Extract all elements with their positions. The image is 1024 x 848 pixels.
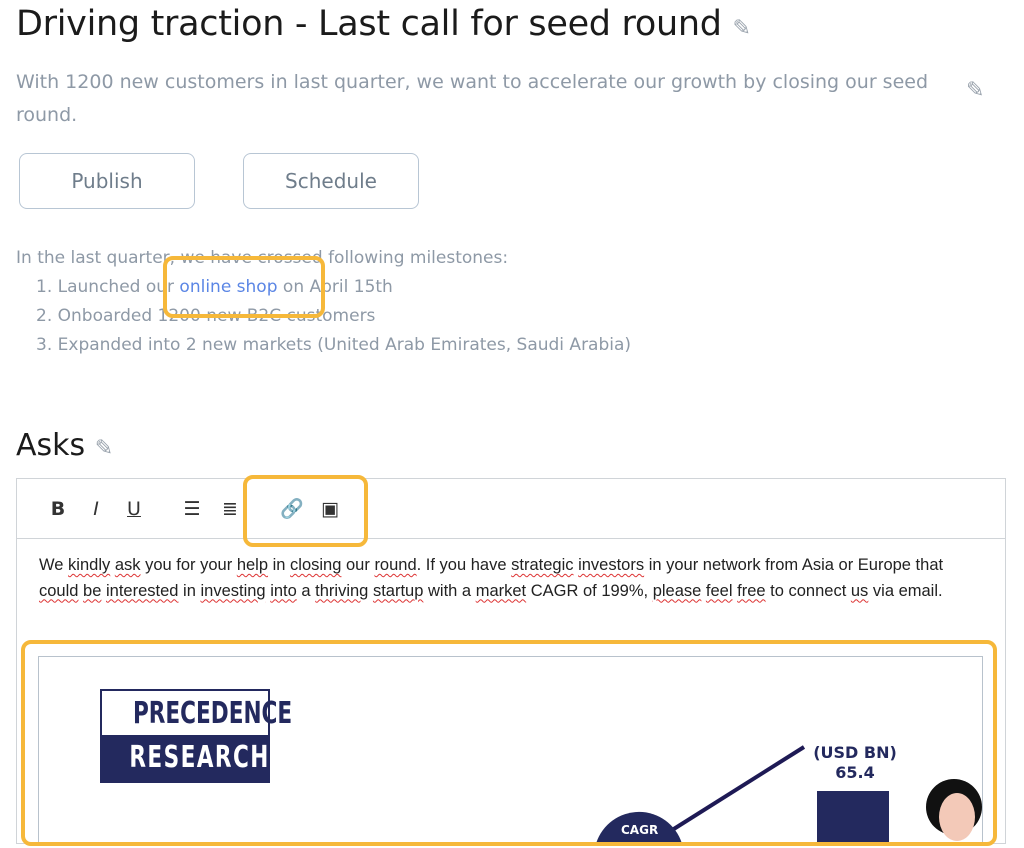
misspelled-word: thriving xyxy=(315,581,369,600)
misspelled-word: interested xyxy=(106,581,179,600)
misspelled-word: round xyxy=(374,556,417,574)
toolbar-highlight xyxy=(243,475,368,547)
editor-toolbar: B I U ☰ ≣ 🔗 ▣ xyxy=(17,479,1005,539)
misspelled-word: feel xyxy=(705,581,733,600)
edit-asks-pencil-icon[interactable]: ✎ xyxy=(95,436,113,461)
text-segment: We xyxy=(39,556,69,574)
list-item: 3. Expanded into 2 new markets (United A… xyxy=(36,335,632,355)
misspelled-word: closing xyxy=(290,556,342,574)
page-subtitle: With 1200 new customers in last quarter,… xyxy=(16,71,929,126)
misspelled-word: investors xyxy=(578,556,645,574)
misspelled-word: kindly xyxy=(68,556,111,574)
misspelled-word: be xyxy=(83,581,102,600)
edit-subtitle-pencil-icon[interactable]: ✎ xyxy=(966,78,984,103)
misspelled-word: strategic xyxy=(511,556,574,574)
text-segment: . If you have xyxy=(416,556,512,574)
text-segment: with a xyxy=(423,581,476,600)
text-segment: in xyxy=(268,556,291,574)
misspelled-word: startup xyxy=(372,581,424,600)
bold-icon[interactable]: B xyxy=(39,498,77,520)
publish-button[interactable]: Publish xyxy=(19,153,195,209)
edit-title-pencil-icon[interactable]: ✎ xyxy=(733,16,751,41)
misspelled-word: market xyxy=(475,581,527,600)
misspelled-word: investing xyxy=(200,581,266,600)
text-segment: in your network from Asia or Europe that xyxy=(644,556,944,574)
misspelled-word: please xyxy=(652,581,702,600)
misspelled-word: ask xyxy=(114,556,141,574)
text-segment: our xyxy=(341,556,375,574)
schedule-button[interactable]: Schedule xyxy=(243,153,419,209)
page-title: Driving traction - Last call for seed ro… xyxy=(16,4,751,44)
underline-icon[interactable]: U xyxy=(115,498,153,520)
text-segment: a xyxy=(296,581,316,600)
text-segment: you for your xyxy=(140,556,237,574)
text-segment: via email. xyxy=(868,581,943,600)
link-highlight xyxy=(163,256,325,318)
misspelled-word: into xyxy=(270,581,297,600)
editor-body[interactable]: We kindly ask you for your help in closi… xyxy=(17,539,1005,618)
misspelled-word: free xyxy=(737,581,766,600)
list-item: 2. Onboarded 1200 new B2C customers xyxy=(36,306,376,326)
bullet-list-icon[interactable]: ☰ xyxy=(173,498,211,520)
asks-heading: Asks ✎ xyxy=(16,428,114,463)
text-segment: to connect xyxy=(765,581,851,600)
text-segment: in xyxy=(178,581,201,600)
misspelled-word: help xyxy=(236,556,269,574)
list-item: 1. Launched our online shop on April 15t… xyxy=(36,277,393,297)
italic-icon[interactable]: I xyxy=(77,498,115,520)
text-segment: CAGR of 199%, xyxy=(526,581,653,600)
misspelled-word: us xyxy=(850,581,869,600)
misspelled-word: could xyxy=(39,581,79,600)
image-highlight xyxy=(21,640,997,846)
